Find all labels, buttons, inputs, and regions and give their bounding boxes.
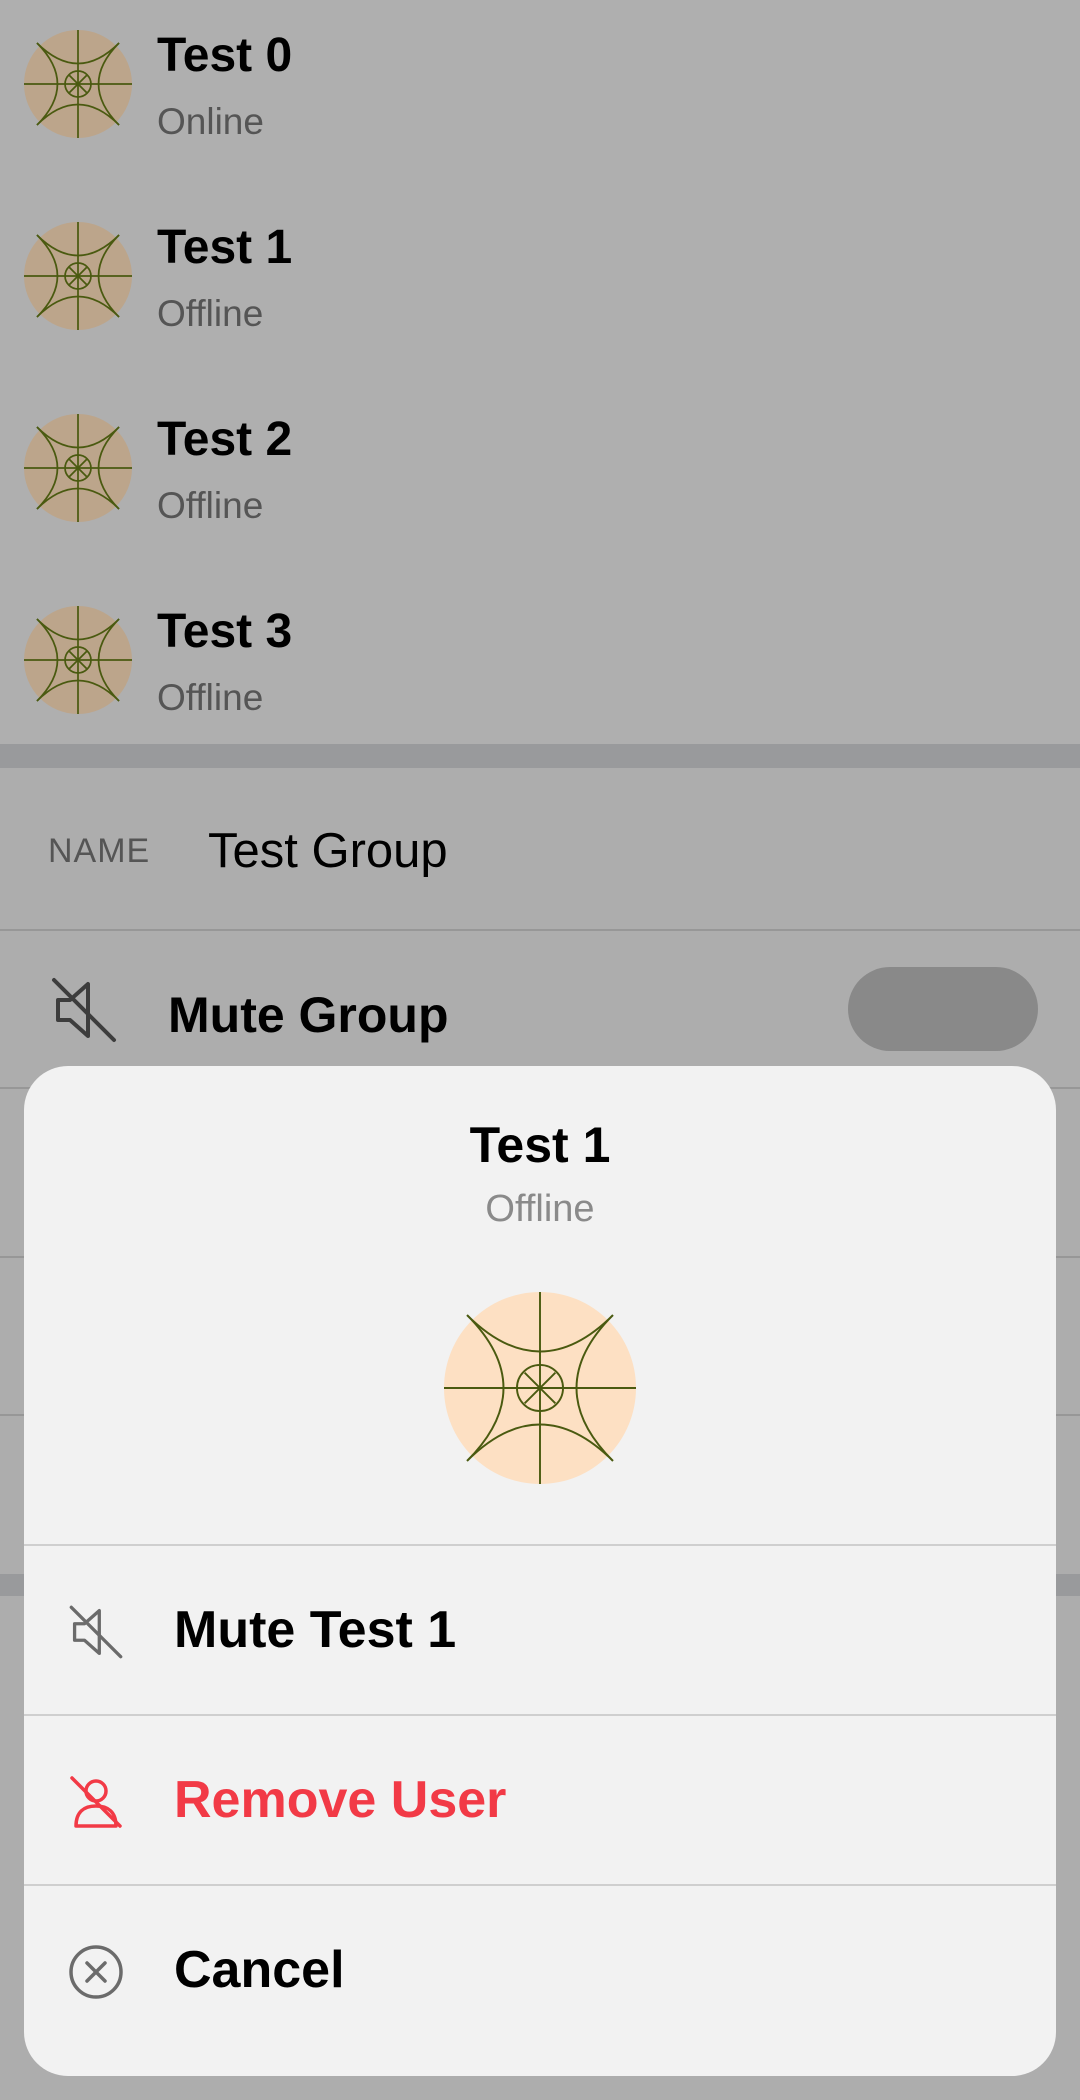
- mute-group-toggle[interactable]: [848, 967, 1038, 1051]
- sheet-status: Offline: [485, 1188, 595, 1230]
- member-row[interactable]: Test 0 Online: [0, 0, 1080, 192]
- remove-user-icon: [68, 1774, 124, 1830]
- member-row[interactable]: Test 2 Offline: [0, 384, 1080, 576]
- member-status: Online: [157, 101, 264, 142]
- member-name: Test 0: [157, 29, 293, 82]
- avatar: [24, 606, 132, 714]
- speaker-muted-icon: [50, 976, 118, 1044]
- mute-user-label: Mute Test 1: [174, 1601, 457, 1659]
- avatar: [24, 414, 132, 522]
- remove-user-label: Remove User: [174, 1771, 507, 1829]
- group-name-field[interactable]: Test Group: [208, 823, 448, 879]
- member-row[interactable]: Test 3 Offline: [0, 576, 1080, 768]
- divider: [0, 929, 1080, 931]
- user-action-sheet: Test 1 Offline Mute Test 1 Remove User C…: [24, 1066, 1056, 2076]
- member-list: Test 0 Online Test 1 Offline Test 2 Offl…: [0, 0, 1080, 744]
- speaker-muted-icon: [68, 1604, 124, 1660]
- member-status: Offline: [157, 485, 264, 526]
- mute-user-button[interactable]: Mute Test 1: [24, 1546, 1056, 1714]
- member-row[interactable]: Test 1 Offline: [0, 192, 1080, 384]
- member-status: Offline: [157, 677, 264, 718]
- close-circle-icon: [68, 1944, 124, 2000]
- member-name: Test 3: [157, 605, 293, 658]
- member-status: Offline: [157, 293, 264, 334]
- cancel-button[interactable]: Cancel: [24, 1886, 1056, 2054]
- remove-user-button[interactable]: Remove User: [24, 1716, 1056, 1884]
- member-name: Test 2: [157, 413, 293, 466]
- section-separator: [0, 744, 1080, 768]
- mute-group-label: Mute Group: [168, 987, 449, 1043]
- name-label: NAME: [48, 832, 151, 870]
- cancel-label: Cancel: [174, 1941, 345, 1999]
- member-name: Test 1: [157, 221, 293, 274]
- sheet-title: Test 1: [469, 1117, 611, 1173]
- avatar: [24, 30, 132, 138]
- avatar: [444, 1292, 636, 1484]
- avatar: [24, 222, 132, 330]
